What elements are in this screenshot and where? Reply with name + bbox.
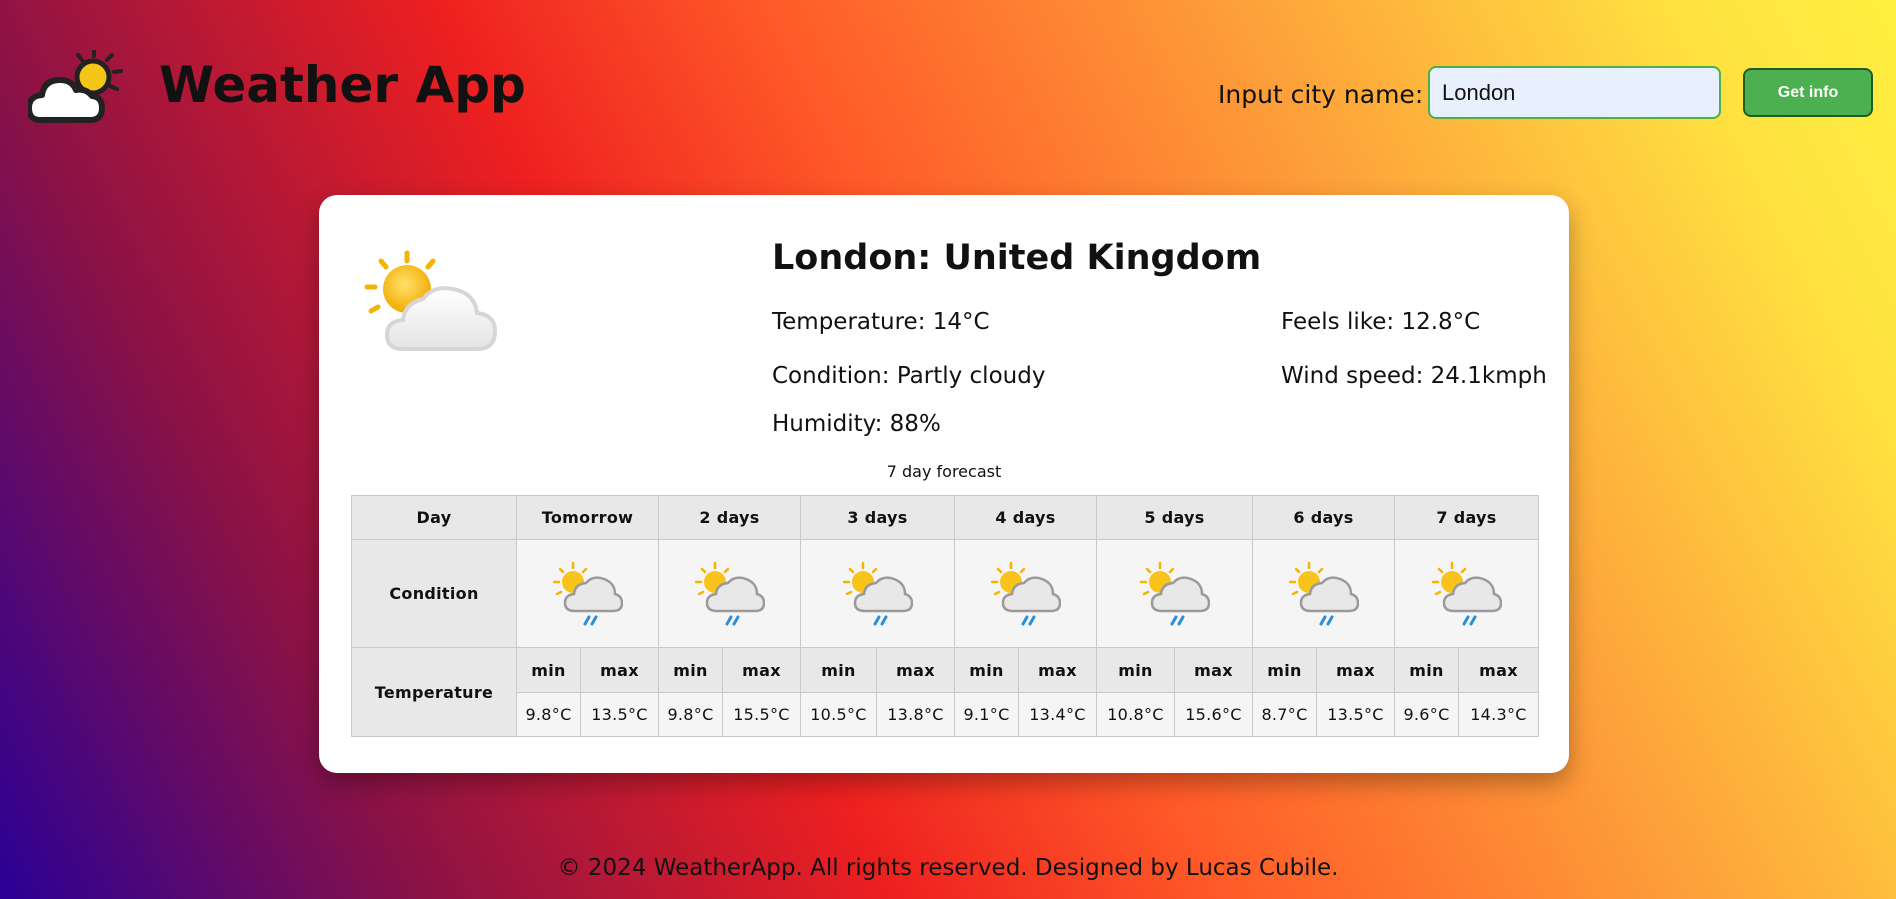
condition-cell [800,539,955,648]
min-temp-cell: 10.8°C [1096,692,1175,737]
day-header: Tomorrow [516,495,659,540]
max-temp-cell: 13.8°C [876,692,955,737]
min-temp-cell: 9.1°C [954,692,1019,737]
condition-cell [516,539,659,648]
weather-logo-icon [28,50,123,123]
max-header: max [1316,647,1395,693]
day-row-header: Day [351,495,517,540]
max-header: max [580,647,659,693]
light-rain-icon [1288,561,1359,625]
min-header: min [1096,647,1175,693]
temperature-text: Temperature: 14°C [772,309,990,335]
get-info-button[interactable]: Get info [1743,68,1873,117]
max-header: max [1174,647,1253,693]
light-rain-icon [842,561,913,625]
light-rain-icon [1139,561,1210,625]
min-temp-cell: 9.8°C [658,692,723,737]
light-rain-icon [990,561,1061,625]
min-temp-cell: 9.8°C [516,692,581,737]
min-temp-cell: 8.7°C [1252,692,1317,737]
city-input-label: Input city name: [1218,80,1424,109]
condition-text: Condition: Partly cloudy [772,363,1046,389]
light-rain-icon [1431,561,1502,625]
min-header: min [800,647,877,693]
wind-speed-text: Wind speed: 24.1kmph [1281,363,1547,389]
condition-row-header: Condition [351,539,517,648]
max-temp-cell: 15.6°C [1174,692,1253,737]
min-temp-cell: 9.6°C [1394,692,1459,737]
min-header: min [658,647,723,693]
footer-text: © 2024 WeatherApp. All rights reserved. … [557,855,1339,881]
condition-cell [1394,539,1539,648]
condition-cell [1252,539,1395,648]
max-temp-cell: 13.5°C [580,692,659,737]
max-temp-cell: 13.4°C [1018,692,1097,737]
feels-like-text: Feels like: 12.8°C [1281,309,1481,335]
max-header: max [722,647,801,693]
min-temp-cell: 10.5°C [800,692,877,737]
header: Weather App Input city name: Get info [0,0,1896,180]
day-header: 5 days [1096,495,1253,540]
day-header: 6 days [1252,495,1395,540]
min-header: min [1252,647,1317,693]
condition-cell [1096,539,1253,648]
day-header: 3 days [800,495,955,540]
max-temp-cell: 14.3°C [1458,692,1539,737]
max-temp-cell: 13.5°C [1316,692,1395,737]
forecast-caption: 7 day forecast [886,462,1002,481]
light-rain-icon [694,561,765,625]
day-header: 2 days [658,495,801,540]
min-header: min [1394,647,1459,693]
location-title: London: United Kingdom [772,238,1262,278]
min-header: min [516,647,581,693]
light-rain-icon [552,561,623,625]
max-header: max [876,647,955,693]
min-header: min [954,647,1019,693]
condition-cell [954,539,1097,648]
day-header: 7 days [1394,495,1539,540]
city-input[interactable] [1428,66,1721,119]
condition-cell [658,539,801,648]
max-header: max [1458,647,1539,693]
weather-card: London: United Kingdom Temperature: 14°C… [319,195,1569,773]
day-header: 4 days [954,495,1097,540]
temperature-row-header: Temperature [351,647,517,737]
forecast-table: Day Tomorrow 2 days 3 days 4 days 5 days… [351,495,1539,737]
partly-cloudy-icon [364,250,498,351]
max-header: max [1018,647,1097,693]
humidity-text: Humidity: 88% [772,411,941,437]
app-title: Weather App [159,56,526,114]
max-temp-cell: 15.5°C [722,692,801,737]
